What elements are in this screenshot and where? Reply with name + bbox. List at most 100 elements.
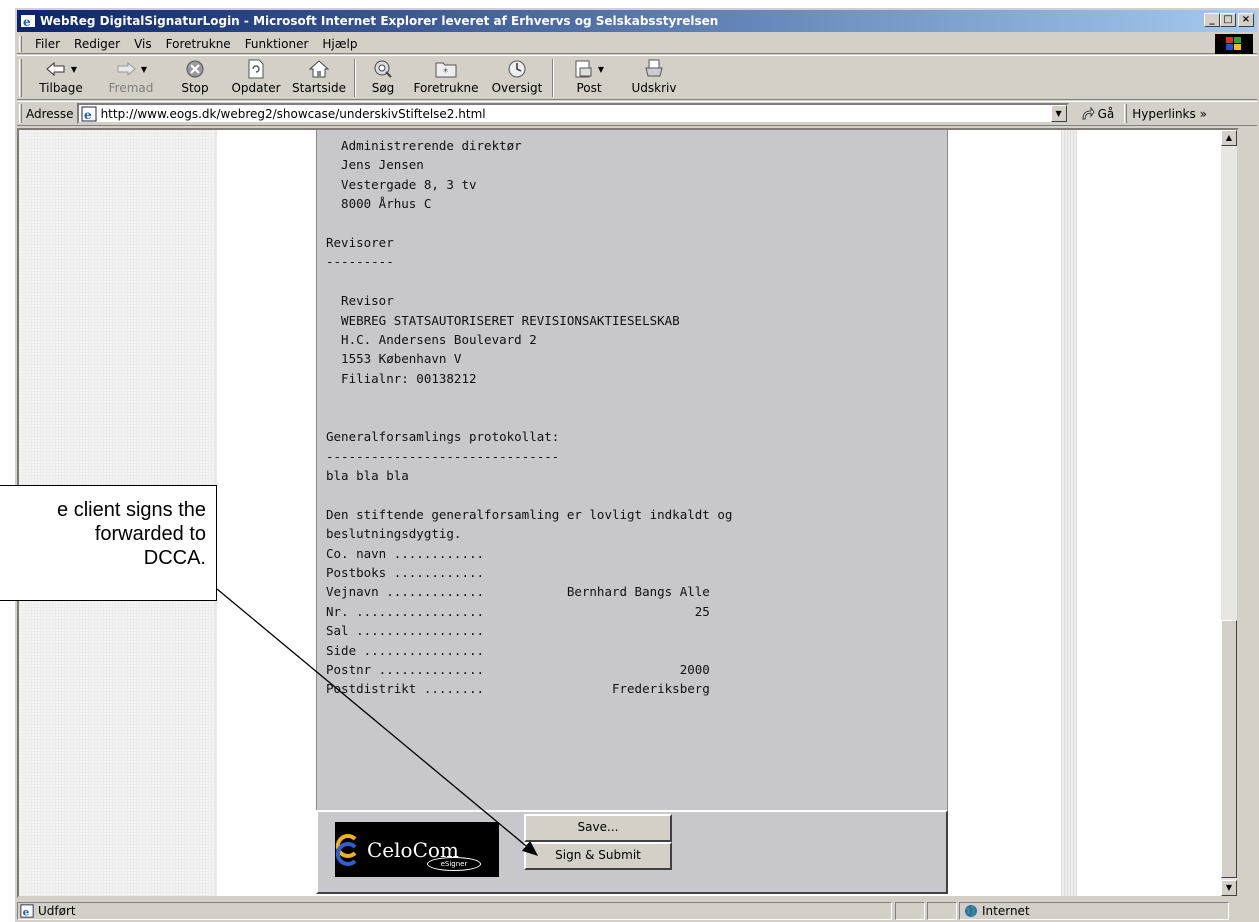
status-cell-secure <box>927 902 957 920</box>
ie-icon: e <box>21 15 35 29</box>
toolbar-grip[interactable] <box>19 59 22 97</box>
document-line: WEBREG STATSAUTORISERET REVISIONSAKTIESE… <box>326 312 680 328</box>
forward-button[interactable]: ▼ Fremad <box>96 56 166 98</box>
search-button[interactable]: Søg <box>360 56 406 98</box>
favorites-button[interactable]: * Foretrukne <box>406 56 486 98</box>
document-line: Vestergade 8, 3 tv <box>326 176 477 192</box>
forward-dropdown-icon[interactable]: ▼ <box>141 65 147 74</box>
right-background-pattern <box>1061 130 1077 896</box>
menu-view[interactable]: Vis <box>127 37 159 51</box>
document-line: H.C. Andersens Boulevard 2 <box>326 332 537 348</box>
links-button[interactable]: Hyperlinks » <box>1132 107 1207 121</box>
svg-text:e: e <box>23 15 31 29</box>
zone-label: Internet <box>982 904 1030 918</box>
document-line: Postdistrikt ........ Frederiksberg <box>326 681 710 697</box>
favorites-folder-icon: * <box>435 62 457 78</box>
standard-toolbar: ▼ Tilbage ▼ Fremad Stop Opdater Startsid… <box>17 55 1257 100</box>
history-button[interactable]: Oversigt <box>486 56 548 98</box>
document-line: Side ................ <box>326 642 485 658</box>
print-button[interactable]: Udskriv <box>620 56 688 98</box>
document-line: Postboks ............ <box>326 564 485 580</box>
document-line: Generalforsamlings protokollat: <box>326 429 560 445</box>
home-icon <box>308 60 330 78</box>
callout-text: e client signs the forwarded to DCCA. <box>57 499 206 569</box>
status-cell-progress <box>895 902 925 920</box>
document-line: bla bla bla <box>326 467 409 483</box>
document-line: beslutningsdygtig. <box>326 526 462 542</box>
mail-button[interactable]: ▼ Post <box>558 56 620 98</box>
home-button[interactable]: Startside <box>288 56 350 98</box>
menu-tools[interactable]: Funktioner <box>238 37 316 51</box>
status-bar: e Udført Internet <box>17 901 1257 921</box>
back-label: Tilbage <box>39 81 83 95</box>
save-button[interactable]: Save... <box>524 814 672 842</box>
minimize-icon[interactable]: _ <box>1204 13 1220 27</box>
scroll-up-icon[interactable]: ▲ <box>1221 130 1237 146</box>
stop-button[interactable]: Stop <box>166 56 224 98</box>
document-line: 1553 København V <box>326 351 462 367</box>
title-bar: e WebReg DigitalSignaturLogin - Microsof… <box>17 10 1257 32</box>
document-line: Sal ................. <box>326 623 485 639</box>
menu-grip[interactable] <box>19 35 22 52</box>
document-line: Co. navn ............ <box>326 545 485 561</box>
menu-edit[interactable]: Rediger <box>67 37 127 51</box>
back-arrow-icon <box>46 61 65 77</box>
scroll-down-icon[interactable]: ▼ <box>1221 880 1237 896</box>
annotation-callout: e client signs the forwarded to DCCA. <box>0 485 217 601</box>
mail-label: Post <box>576 81 602 95</box>
search-label: Søg <box>371 81 395 95</box>
document-preview-panel: Administrerende direktør Jens Jensen Ves… <box>316 130 948 810</box>
document-line: --------- <box>326 254 394 270</box>
address-input[interactable]: e http://www.eogs.dk/webreg2/showcase/un… <box>76 103 1069 124</box>
forward-label: Fremad <box>108 81 154 95</box>
go-label: Gå <box>1097 106 1115 121</box>
forward-arrow-icon <box>117 61 136 77</box>
page-icon: e <box>81 106 97 122</box>
refresh-button[interactable]: Opdater <box>224 56 288 98</box>
home-label: Startside <box>292 81 346 95</box>
mail-dropdown-icon[interactable]: ▼ <box>598 65 604 74</box>
maximize-icon[interactable]: □ <box>1220 13 1236 27</box>
stop-icon <box>186 60 204 78</box>
document-line: 8000 Århus C <box>326 196 432 212</box>
esigner-label: eSigner <box>427 857 481 871</box>
address-dropdown-icon[interactable]: ▼ <box>1050 105 1067 122</box>
go-arrow-icon <box>1082 106 1095 119</box>
scroll-thumb[interactable] <box>1221 620 1237 878</box>
menu-bar: Filer Rediger Vis Foretrukne Funktioner … <box>17 34 1257 54</box>
close-icon[interactable]: × <box>1238 13 1254 27</box>
status-page-icon: e <box>20 904 34 918</box>
svg-text:e: e <box>23 906 30 918</box>
back-button[interactable]: ▼ Tilbage <box>26 56 96 98</box>
menu-file[interactable]: Filer <box>28 37 67 51</box>
celocom-logo: CeloCom eSigner <box>335 822 499 877</box>
search-icon <box>374 60 392 78</box>
document-line: Revisor <box>326 293 394 309</box>
browser-window: e WebReg DigitalSignaturLogin - Microsof… <box>14 7 1259 922</box>
history-clock-icon <box>508 60 526 78</box>
links-label: Hyperlinks <box>1132 106 1196 121</box>
back-dropdown-icon[interactable]: ▼ <box>71 65 77 74</box>
document-line: Jens Jensen <box>326 157 424 173</box>
window-title: WebReg DigitalSignaturLogin - Microsoft … <box>40 14 719 28</box>
menu-help[interactable]: Hjælp <box>315 37 364 51</box>
document-line: Administrerende direktør <box>326 138 522 153</box>
menu-favorites[interactable]: Foretrukne <box>159 37 238 51</box>
toolbar-separator <box>552 59 554 97</box>
go-button[interactable]: Gå <box>1081 106 1115 121</box>
address-grip[interactable] <box>19 104 22 123</box>
sign-submit-button[interactable]: Sign & Submit <box>524 842 672 870</box>
links-separator <box>1124 104 1128 123</box>
document-line: Den stiftende generalforsamling er lovli… <box>326 506 733 522</box>
vertical-scrollbar[interactable]: ▲ ▼ <box>1221 130 1237 896</box>
globe-icon <box>965 905 977 917</box>
document-line: Vejnavn ............. Bernhard Bangs All… <box>326 584 710 600</box>
toolbar-separator <box>354 59 356 97</box>
refresh-icon <box>248 59 264 79</box>
svg-text:*: * <box>443 67 448 78</box>
mail-icon <box>575 60 592 78</box>
document-line: Postnr .............. 2000 <box>326 661 710 677</box>
printer-icon <box>645 59 663 77</box>
